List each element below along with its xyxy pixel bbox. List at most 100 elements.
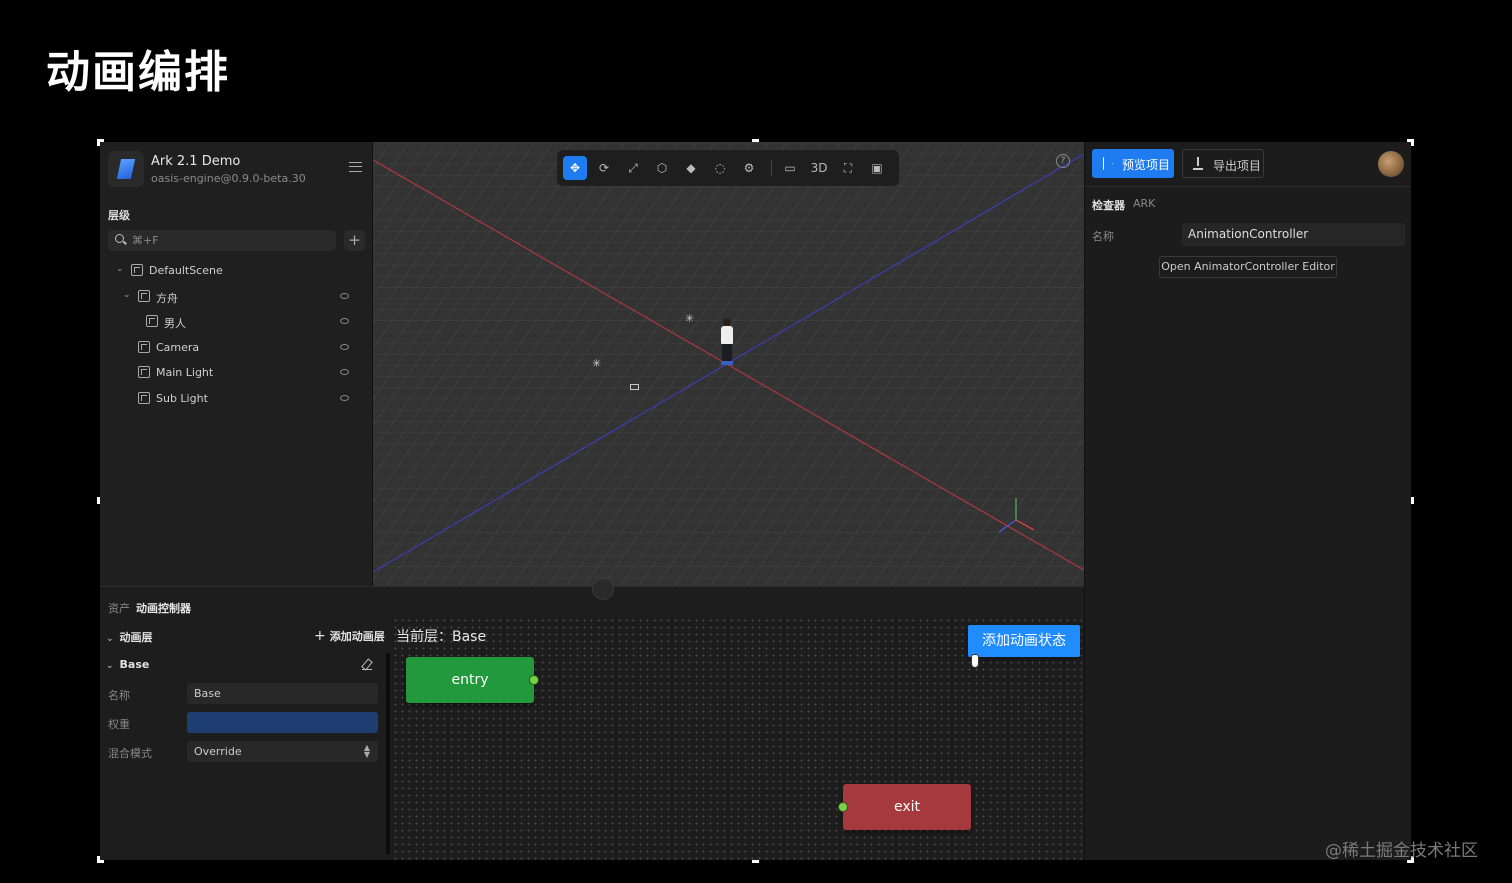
exit-input-port[interactable]	[838, 802, 848, 812]
add-entity-button[interactable]: +	[344, 230, 365, 251]
screenshot-icon[interactable]: ▣	[865, 156, 889, 180]
light-gizmo-icon[interactable]: ✳	[685, 312, 694, 325]
search-placeholder: ⌘+F	[132, 234, 159, 247]
layer-weight-label: 权重	[108, 718, 130, 731]
preview-label: 预览项目	[1122, 158, 1171, 172]
divider	[1085, 186, 1411, 187]
fullscreen-icon[interactable]: ⛶	[836, 156, 860, 180]
entity-cube-icon	[138, 366, 150, 378]
tree-item-label: 方舟	[156, 292, 178, 305]
eye-icon[interactable]	[340, 318, 349, 324]
tree-item-main-light[interactable]: Main Light	[100, 362, 365, 384]
entity-cube-icon	[138, 290, 150, 302]
eye-icon[interactable]	[340, 293, 349, 299]
inspector-title: 检查器	[1092, 199, 1125, 212]
scale-tool-icon[interactable]: ⤢	[621, 156, 645, 180]
exit-state-node[interactable]: exit	[843, 784, 971, 830]
inspector-subtitle: ARK	[1133, 197, 1156, 210]
layer-weight-slider[interactable]	[187, 712, 378, 733]
tree-item-label: Main Light	[156, 366, 214, 379]
gear-icon[interactable]: ⚙	[737, 156, 761, 180]
inspector-panel: 预览项目 导出项目 检查器 ARK 名称 AnimationController…	[1084, 142, 1411, 860]
eye-icon[interactable]	[340, 344, 349, 350]
toolbar-divider	[771, 160, 772, 176]
breadcrumb-root[interactable]: 资产	[108, 602, 130, 615]
tree-item-label: 男人	[164, 317, 186, 330]
animator-panel: 资产 动画控制器 ⌄ 动画层 + 添加动画层 ⌄ Base 名称 Base 权重 混合模…	[100, 586, 1084, 860]
character-model[interactable]	[719, 318, 735, 366]
light-gizmo-icon[interactable]: ✳	[592, 357, 601, 370]
eye-icon[interactable]	[340, 395, 349, 401]
project-header: Ark 2.1 Demo oasis-engine@0.9.0-beta.30	[108, 150, 368, 190]
axis-gizmo-icon	[998, 498, 1035, 533]
layer-base-toggle[interactable]: ⌄ Base	[106, 658, 149, 671]
tree-item-defaultscene[interactable]: ⌄ DefaultScene	[100, 260, 365, 282]
watermark: @稀土掘金技术社区	[1325, 841, 1478, 861]
export-label: 导出项目	[1213, 159, 1262, 173]
rotate-tool-icon[interactable]: ⟳	[592, 156, 616, 180]
chevron-down-icon[interactable]: ⌄	[123, 290, 131, 300]
add-layer-label: 添加动画层	[329, 630, 385, 643]
chevron-down-icon: ⌄	[106, 634, 114, 644]
breadcrumb: 资产 动画控制器	[108, 600, 191, 616]
engine-version: oasis-engine@0.9.0-beta.30	[151, 172, 306, 185]
chevron-down-icon: ⌄	[106, 661, 114, 671]
name-field[interactable]: AnimationController	[1182, 223, 1405, 246]
layer-name: Base	[119, 658, 150, 671]
layers-section-toggle[interactable]: ⌄ 动画层	[106, 629, 153, 645]
camera-icon[interactable]: ▭	[778, 156, 802, 180]
current-layer-label: 当前层：Base	[396, 629, 487, 645]
preview-project-button[interactable]: 预览项目	[1092, 149, 1174, 178]
tree-item-fangzhou[interactable]: ⌄ 方舟	[100, 286, 365, 308]
add-layer-button[interactable]: + 添加动画层	[314, 628, 385, 644]
tree-item-label: DefaultScene	[149, 264, 223, 277]
mesh-icon[interactable]: ⬡	[650, 156, 674, 180]
layer-name-field[interactable]: Base	[187, 683, 378, 704]
chevron-down-icon[interactable]: ⌄	[116, 264, 124, 274]
panel-resize-knob[interactable]	[592, 578, 614, 600]
move-tool-icon[interactable]: ✥	[563, 156, 587, 180]
play-icon	[1103, 157, 1112, 169]
help-icon[interactable]: ?	[1056, 154, 1070, 168]
breadcrumb-current: 动画控制器	[136, 602, 191, 615]
tree-item-label: Camera	[156, 341, 200, 354]
project-name: Ark 2.1 Demo	[151, 154, 241, 169]
tree-item-sub-light[interactable]: Sub Light	[100, 388, 365, 410]
entity-cube-icon	[131, 264, 143, 276]
app-logo	[108, 151, 144, 187]
box-icon[interactable]: ◆	[679, 156, 703, 180]
slide-title: 动画编排	[46, 47, 230, 98]
blend-mode-label: 混合模式	[108, 747, 152, 760]
add-animation-state-button[interactable]: 添加动画状态	[968, 625, 1080, 657]
entity-cube-icon	[138, 341, 150, 353]
open-animator-editor-button[interactable]: Open AnimatorController Editor	[1159, 256, 1337, 278]
tree-item-camera[interactable]: Camera	[100, 337, 365, 359]
edit-icon[interactable]	[362, 660, 372, 670]
editor-window: Ark 2.1 Demo oasis-engine@0.9.0-beta.30 …	[100, 142, 1411, 860]
view-mode-3d-button[interactable]: 3D	[807, 156, 831, 180]
hierarchy-panel: Ark 2.1 Demo oasis-engine@0.9.0-beta.30 …	[100, 142, 373, 586]
hierarchy-search-input[interactable]: ⌘+F	[108, 230, 336, 251]
camera-gizmo-icon[interactable]	[630, 384, 639, 390]
download-icon	[1193, 157, 1203, 170]
scene-viewport[interactable]: ✥ ⟳ ⤢ ⬡ ◆ ◌ ⚙ ▭ 3D ⛶ ▣ ? ✳ ✳	[373, 142, 1084, 586]
entity-cube-icon	[138, 392, 150, 404]
layers-label: 动画层	[119, 631, 153, 644]
tree-item-label: Sub Light	[156, 392, 208, 405]
entry-output-port[interactable]	[529, 675, 539, 685]
tree-item-nanren[interactable]: 男人	[100, 311, 365, 333]
eye-icon[interactable]	[340, 369, 349, 375]
avatar[interactable]	[1378, 151, 1404, 177]
splitter[interactable]	[386, 653, 390, 855]
menu-icon[interactable]	[349, 162, 362, 172]
viewport-toolbar: ✥ ⟳ ⤢ ⬡ ◆ ◌ ⚙ ▭ 3D ⛶ ▣	[557, 150, 899, 186]
plus-icon: +	[314, 628, 326, 644]
hand-cursor-icon	[968, 654, 980, 668]
layer-name-label: 名称	[108, 689, 130, 702]
export-project-button[interactable]: 导出项目	[1182, 149, 1264, 178]
entry-state-node[interactable]: entry	[406, 657, 534, 703]
circle-icon[interactable]: ◌	[708, 156, 732, 180]
blend-mode-select[interactable]: Override ▲ ▼	[187, 741, 378, 762]
name-field-label: 名称	[1092, 230, 1114, 243]
search-icon	[115, 234, 124, 243]
